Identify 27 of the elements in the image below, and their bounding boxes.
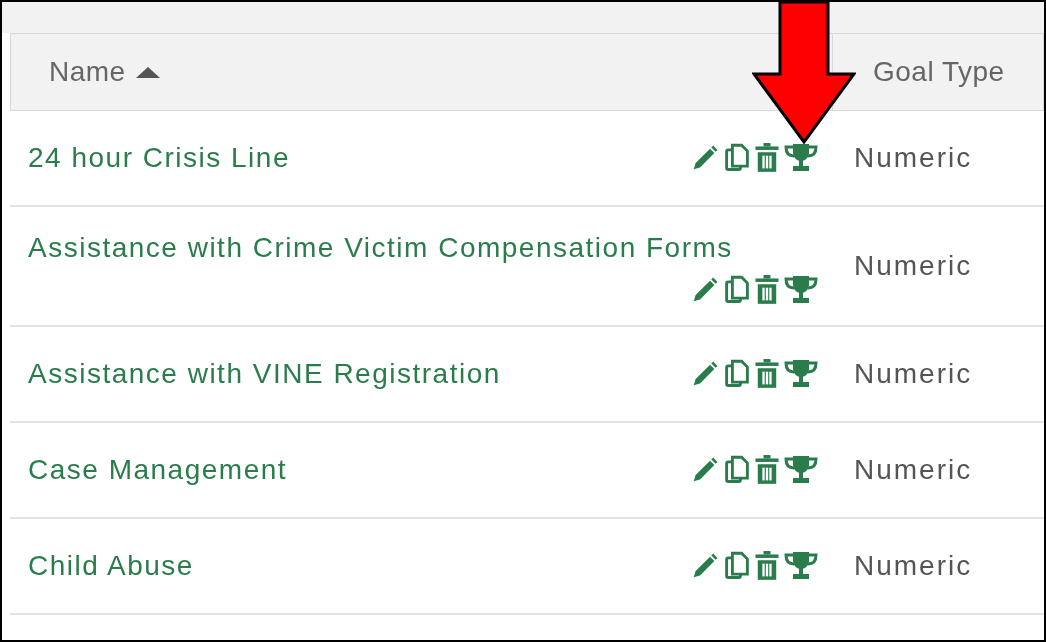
copy-icon[interactable] bbox=[724, 275, 750, 305]
trash-icon[interactable] bbox=[754, 551, 780, 581]
trophy-icon[interactable] bbox=[784, 359, 818, 389]
trash-icon[interactable] bbox=[754, 275, 780, 305]
trophy-icon[interactable] bbox=[784, 275, 818, 305]
trophy-icon[interactable] bbox=[784, 551, 818, 581]
goal-type-text: Numeric bbox=[854, 357, 973, 391]
copy-icon[interactable] bbox=[724, 455, 750, 485]
column-header[interactable]: Name bbox=[49, 51, 126, 93]
item-name-link[interactable]: Child Abuse bbox=[28, 545, 194, 587]
copy-icon[interactable] bbox=[724, 551, 750, 581]
goal-type-text: Numeric bbox=[854, 549, 973, 583]
copy-icon[interactable] bbox=[724, 143, 750, 173]
item-name-link[interactable]: 24 hour Crisis Line bbox=[28, 137, 290, 179]
goal-type-text: Numeric bbox=[854, 453, 973, 487]
trash-icon[interactable] bbox=[754, 455, 780, 485]
copy-icon[interactable] bbox=[724, 359, 750, 389]
trophy-icon[interactable] bbox=[784, 455, 818, 485]
trash-icon[interactable] bbox=[754, 359, 780, 389]
trophy-icon[interactable] bbox=[784, 143, 818, 173]
item-name-link[interactable]: Assistance with VINE Registration bbox=[28, 353, 501, 395]
goal-type-text: Numeric bbox=[854, 249, 973, 283]
item-name-link[interactable]: Case Management bbox=[28, 449, 288, 491]
item-name-link[interactable]: Assistance with Crime Victim Compensation Forms bbox=[28, 227, 733, 269]
column-header[interactable]: Goal Type bbox=[873, 51, 1005, 93]
goal-type-text: Numeric bbox=[854, 141, 973, 175]
trash-icon[interactable] bbox=[754, 143, 780, 173]
